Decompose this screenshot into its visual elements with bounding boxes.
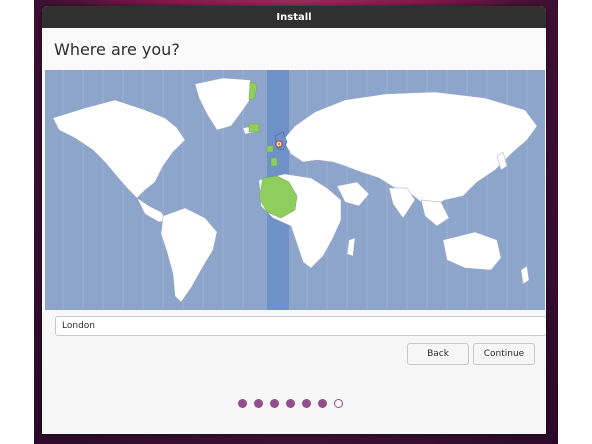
timezone-map[interactable] [45, 70, 545, 310]
iceland-timezone-land [248, 123, 260, 133]
progress-dot-filled [270, 399, 279, 408]
window-titlebar[interactable]: Install [42, 6, 546, 28]
installer-window: Install Where are you? London Back Conti… [42, 6, 546, 434]
progress-dot-empty [334, 399, 343, 408]
progress-dot-filled [302, 399, 311, 408]
location-input[interactable] [55, 316, 546, 336]
back-button-label: Back [427, 349, 449, 359]
page-heading: Where are you? [42, 28, 546, 70]
progress-dot-filled [286, 399, 295, 408]
back-button[interactable]: Back [407, 343, 469, 365]
portugal-timezone-land [270, 157, 278, 167]
progress-dot-filled [254, 399, 263, 408]
progress-indicator [238, 399, 343, 408]
page-title: Where are you? [54, 39, 180, 59]
progress-dot-filled [238, 399, 247, 408]
ireland-timezone-land [266, 145, 274, 153]
continue-button[interactable]: Continue [473, 343, 535, 365]
progress-dot-filled [318, 399, 327, 408]
window-title: Install [276, 11, 312, 23]
continue-button-label: Continue [483, 349, 525, 359]
